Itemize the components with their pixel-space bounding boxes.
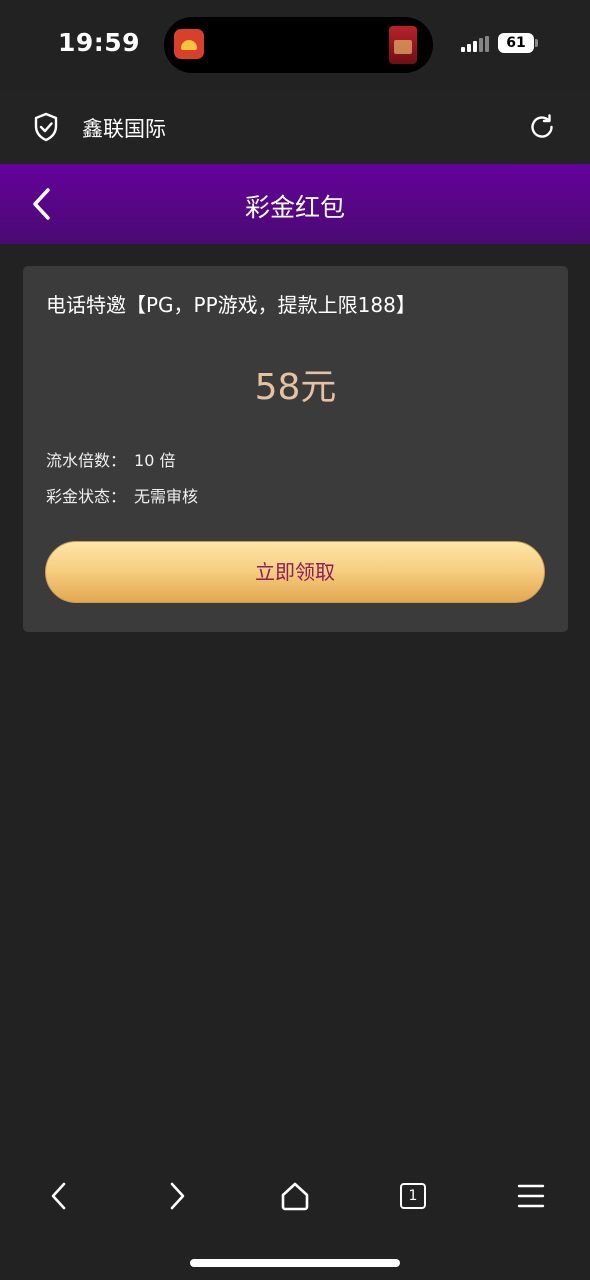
tabs-count: 1 xyxy=(400,1183,426,1209)
tabs-icon[interactable]: 1 xyxy=(393,1176,433,1216)
menu-icon[interactable] xyxy=(511,1176,551,1216)
wager-multiplier-label: 流水倍数： xyxy=(46,451,127,470)
browser-forward-icon[interactable] xyxy=(157,1176,197,1216)
battery-level: 61 xyxy=(506,35,526,51)
home-icon[interactable] xyxy=(275,1176,315,1216)
page-title: 彩金红包 xyxy=(244,193,345,222)
cellular-signal-icon xyxy=(461,36,491,52)
live-activity-media-thumbnail xyxy=(389,26,417,64)
bonus-status-label: 彩金状态： xyxy=(46,487,127,506)
browser-bottom-toolbar: 1 xyxy=(0,1150,590,1240)
bonus-status-value: 无需审核 xyxy=(134,487,199,506)
browser-back-icon[interactable] xyxy=(39,1176,79,1216)
bonus-status-row: 彩金状态： 无需审核 xyxy=(46,483,198,507)
status-bar: 19:59 61 xyxy=(0,0,590,90)
claim-button[interactable]: 立即领取 xyxy=(45,541,545,603)
site-title[interactable]: 鑫联国际 xyxy=(82,113,166,143)
home-indicator[interactable] xyxy=(190,1259,400,1267)
wager-multiplier-value: 10 倍 xyxy=(134,451,176,470)
status-time: 19:59 xyxy=(58,28,141,57)
browser-address-bar[interactable]: 鑫联国际 xyxy=(0,90,590,164)
dynamic-island xyxy=(164,17,433,73)
wager-multiplier-row: 流水倍数： 10 倍 xyxy=(46,447,175,471)
battery-cap xyxy=(535,39,538,47)
reload-icon[interactable] xyxy=(528,113,556,141)
bonus-amount: 58元 xyxy=(254,367,337,408)
bonus-title: 电话特邀【PG，PP游戏，提款上限188】 xyxy=(46,293,416,317)
bonus-card: 电话特邀【PG，PP游戏，提款上限188】 58元 流水倍数： 10 倍 彩金状态… xyxy=(23,266,568,632)
live-activity-app-icon xyxy=(174,29,204,59)
shield-check-icon xyxy=(34,112,58,142)
battery-icon: 61 xyxy=(498,33,534,53)
page-header: 彩金红包 xyxy=(0,164,590,244)
